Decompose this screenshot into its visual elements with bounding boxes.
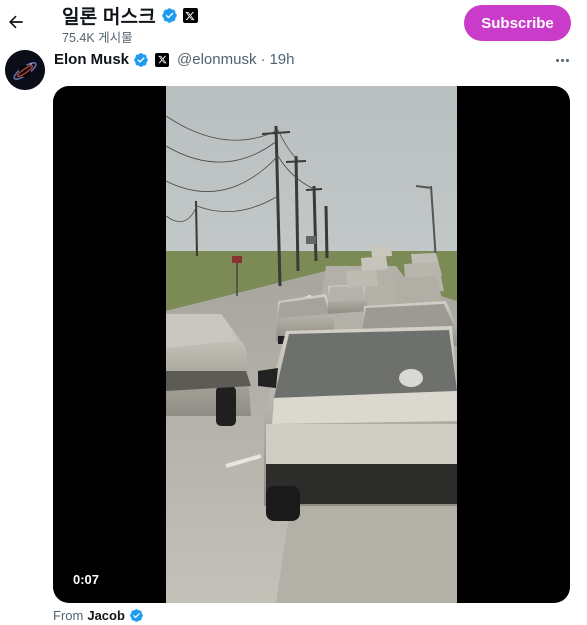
subscribe-button[interactable]: Subscribe [464,5,571,41]
posts-count: 75.4K 게시물 [62,31,133,45]
video-frame [166,86,457,603]
tweet-header: Elon Musk @elonmusk · 19h [54,51,294,68]
verified-badge-icon [134,52,148,67]
more-icon [555,58,569,62]
author-name[interactable]: Elon Musk [54,51,129,68]
avatar-image [5,50,45,90]
back-arrow-icon [9,15,23,29]
more-button[interactable] [552,52,572,68]
verified-badge-icon [130,609,143,622]
profile-header: 일론 머스크 75.4K 게시물 Subscribe [0,0,587,46]
header-title-row: 일론 머스크 [62,2,198,29]
x-logo-icon [155,52,170,67]
tweet-time[interactable]: 19h [269,51,294,68]
from-prefix: From [53,608,84,623]
from-name[interactable]: Jacob [87,608,125,623]
verified-badge-icon [162,8,177,23]
back-button[interactable] [4,10,28,34]
avatar[interactable] [5,50,45,90]
separator-dot: · [260,51,266,68]
video-timestamp: 0:07 [73,572,100,587]
page-title: 일론 머스크 [62,7,156,28]
x-logo-icon [182,8,198,23]
from-attribution: From Jacob [53,608,144,623]
author-handle[interactable]: @elonmusk [177,51,256,68]
video-player[interactable]: 0:07 [53,86,570,603]
